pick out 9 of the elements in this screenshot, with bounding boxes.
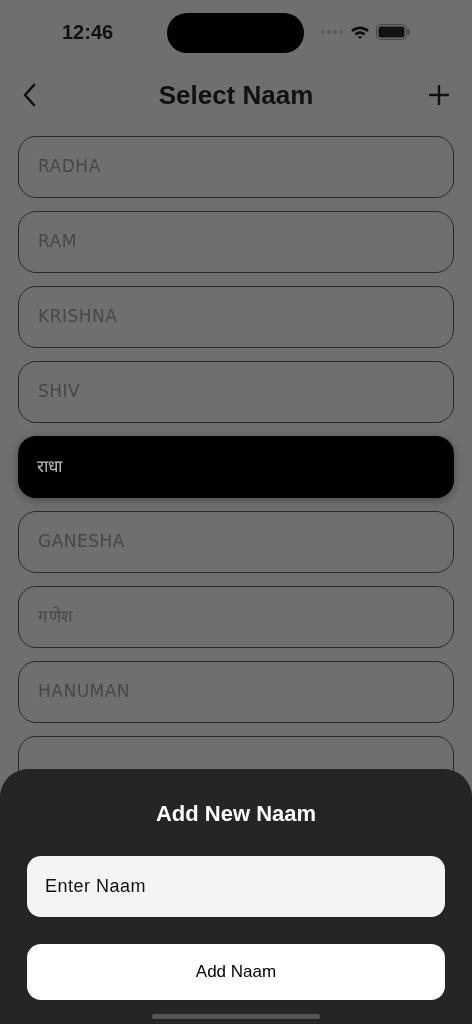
add-naam-button[interactable]: Add Naam	[27, 944, 445, 1000]
naam-input-field[interactable]: Enter Naam	[27, 856, 445, 917]
wifi-icon	[350, 24, 370, 40]
battery-icon	[376, 24, 410, 40]
add-button[interactable]	[428, 84, 450, 106]
status-time: 12:46	[62, 20, 115, 45]
naam-option[interactable]: राधा	[18, 436, 454, 498]
page-title: Select Naam	[158, 78, 314, 112]
sheet-title: Add New Naam	[155, 800, 317, 828]
